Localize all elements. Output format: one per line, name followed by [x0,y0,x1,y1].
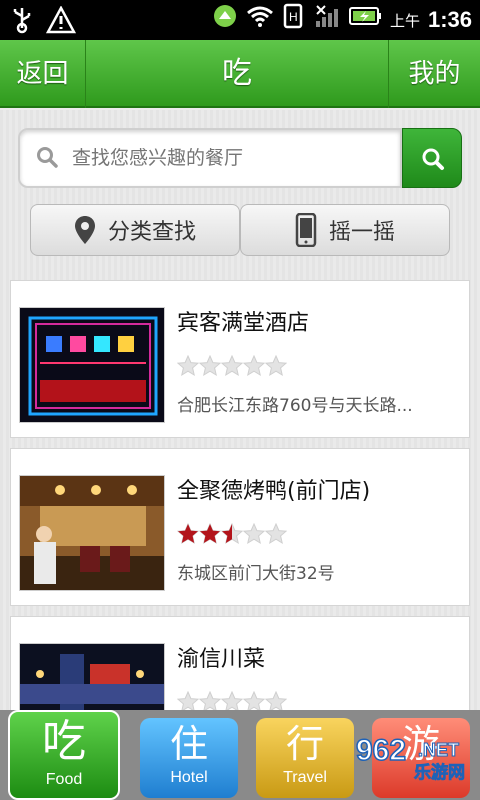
tab-food-cn: 吃 [42,716,86,767]
signal-app-icon [212,3,238,37]
svg-text:H: H [289,10,298,24]
star-icon [177,355,199,377]
tab-travel-cn: 行 [285,722,324,766]
search-box[interactable] [18,128,402,188]
tab-travel-en: Travel [283,769,327,786]
restaurant-address: 合肥长江东路760号与天长路... [177,396,413,416]
restaurant-name: 全聚德烤鸭(前门店) [177,479,371,504]
tab-hotel-cn: 住 [169,722,208,766]
restaurant-name: 渝信川菜 [177,647,266,672]
star-icon [243,355,265,377]
restaurant-name: 宾客满堂酒店 [177,311,310,336]
star-icon [265,523,287,545]
restaurant-item[interactable]: 宾客满堂酒店 合肥长江东路760号与天长路... [10,280,470,438]
tab-tour-cn: 游 [401,722,440,766]
usb-icon [10,6,34,42]
ampm-label: 上午 [389,11,420,30]
main-content: 分类查找 摇一摇 [0,110,480,774]
star-icon [177,523,199,545]
warning-icon [45,5,77,42]
my-button[interactable]: 我的 [388,40,480,108]
phone-icon [295,213,317,247]
tab-food[interactable]: 吃 Food [8,710,120,800]
signal-bars-icon [314,3,340,37]
rating-stars [177,355,287,377]
page-title: 吃 [222,56,252,91]
wifi-icon [246,5,274,35]
category-search-button[interactable]: 分类查找 [30,204,240,256]
search-bar [18,128,462,188]
rating-stars [177,523,287,545]
shake-label: 摇一摇 [328,220,395,245]
star-icon [221,355,243,377]
star-icon [199,523,221,545]
back-button[interactable]: 返回 [0,40,86,108]
restaurant-item[interactable]: 全聚德烤鸭(前门店) 东城区前门大街32号 [10,448,470,606]
title-bar: 返回 吃 我的 [0,40,480,108]
star-icon [221,523,243,545]
restaurant-address: 东城区前门大街32号 [177,564,335,584]
status-bar: H 上午 1:36 [0,0,480,40]
search-input[interactable] [72,130,392,186]
search-icon [37,147,58,168]
search-icon [422,148,444,170]
restaurant-thumbnail [19,307,165,423]
star-icon [243,523,265,545]
star-icon [199,355,221,377]
tab-hotel[interactable]: 住 Hotel [140,718,238,798]
shake-button[interactable]: 摇一摇 [240,204,450,256]
location-pin-icon [74,216,95,244]
category-search-label: 分类查找 [107,220,196,245]
battery-icon [348,5,382,35]
bottom-tab-bar: 吃 Food 住 Hotel 行 Travel 游 [0,710,480,800]
restaurant-thumbnail [19,475,165,591]
tab-hotel-en: Hotel [170,769,208,786]
sim-icon: H [282,3,306,37]
star-icon [265,355,287,377]
tab-travel[interactable]: 行 Travel [256,718,354,798]
clock: 1:36 [427,7,472,32]
search-button[interactable] [402,128,462,188]
tab-tour[interactable]: 游 [372,718,470,798]
tab-food-en: Food [45,771,83,788]
